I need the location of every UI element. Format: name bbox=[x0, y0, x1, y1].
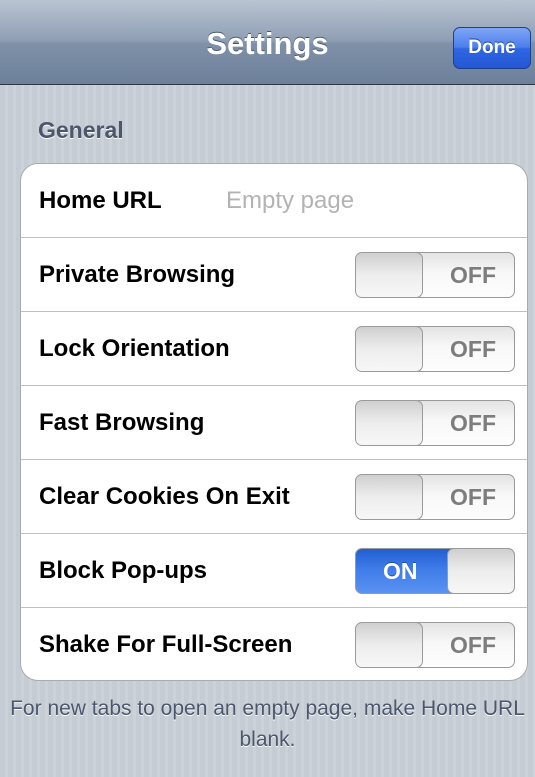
home-url-input[interactable] bbox=[226, 182, 511, 220]
switch-knob bbox=[356, 623, 423, 667]
settings-group: Home URL Private Browsing OFF Lock Orien… bbox=[20, 163, 528, 681]
switch-state-text: OFF bbox=[450, 410, 496, 436]
done-button[interactable]: Done bbox=[453, 27, 531, 69]
setting-label: Private Browsing bbox=[39, 261, 236, 288]
settings-screen: Settings Done General Home URL Private B… bbox=[0, 0, 535, 777]
switch-knob bbox=[356, 401, 423, 445]
setting-row-private-browsing: Private Browsing OFF bbox=[21, 238, 527, 312]
switch-state-text: OFF bbox=[450, 484, 496, 510]
switch-state-text: OFF bbox=[450, 336, 496, 362]
switch-state-text: OFF bbox=[450, 632, 496, 658]
setting-label: Clear Cookies On Exit bbox=[39, 483, 290, 510]
switch-knob bbox=[356, 475, 423, 519]
fast-browsing-switch[interactable]: OFF bbox=[355, 400, 515, 446]
block-popups-switch[interactable]: ON bbox=[355, 548, 515, 594]
home-url-row[interactable]: Home URL bbox=[21, 164, 527, 238]
setting-label: Fast Browsing bbox=[39, 409, 205, 436]
setting-label: Block Pop-ups bbox=[39, 557, 208, 584]
switch-state-text: OFF bbox=[450, 262, 496, 288]
lock-orientation-switch[interactable]: OFF bbox=[355, 326, 515, 372]
switch-knob bbox=[447, 549, 514, 593]
shake-fullscreen-switch[interactable]: OFF bbox=[355, 622, 515, 668]
private-browsing-switch[interactable]: OFF bbox=[355, 252, 515, 298]
switch-knob bbox=[356, 327, 423, 371]
setting-row-block-popups: Block Pop-ups ON bbox=[21, 534, 527, 608]
navigation-bar: Settings Done bbox=[0, 0, 535, 85]
setting-label: Shake For Full-Screen bbox=[39, 631, 293, 658]
footer-hint-text: For new tabs to open an empty page, make… bbox=[10, 697, 525, 751]
section-header-general: General bbox=[38, 117, 124, 143]
setting-label: Lock Orientation bbox=[39, 335, 230, 362]
setting-row-shake-fullscreen: Shake For Full-Screen OFF bbox=[21, 608, 527, 680]
setting-row-fast-browsing: Fast Browsing OFF bbox=[21, 386, 527, 460]
setting-row-lock-orientation: Lock Orientation OFF bbox=[21, 312, 527, 386]
switch-knob bbox=[356, 253, 423, 297]
setting-row-clear-cookies: Clear Cookies On Exit OFF bbox=[21, 460, 527, 534]
switch-state-text: ON bbox=[383, 558, 418, 584]
home-url-label: Home URL bbox=[39, 187, 162, 214]
clear-cookies-switch[interactable]: OFF bbox=[355, 474, 515, 520]
